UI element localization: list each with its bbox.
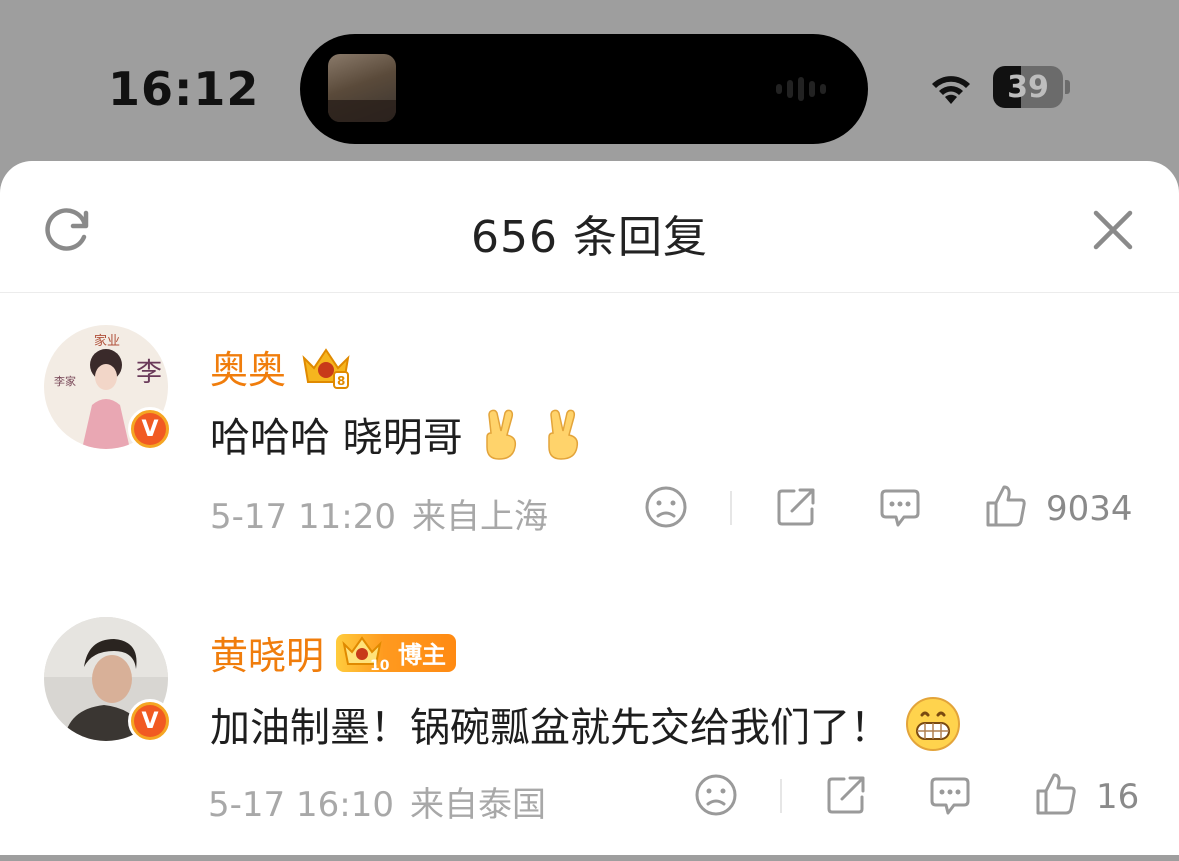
avatar[interactable]: V [44,617,172,743]
like-count: 16 [1096,777,1140,817]
sheet-header: 656 条回复 [0,161,1179,293]
grin-emoji [906,697,960,751]
like-button[interactable] [984,483,1028,529]
wifi-icon [932,76,970,104]
thumbs-up-icon [986,485,1026,527]
reply-button[interactable] [928,773,972,817]
share-icon [777,488,815,526]
dynamic-island[interactable] [300,34,868,144]
comment-text: 哈哈哈 晓明哥 [210,415,463,461]
svg-text:家业: 家业 [94,333,120,349]
victory-hand-emoji [485,409,516,460]
battery-tip [1065,80,1070,94]
comment-location: 来自泰国 [409,785,546,825]
avatar[interactable]: 李 李家 家业 V [44,325,172,451]
reply-button[interactable] [878,485,922,529]
host-tag: 10 博主 [336,633,457,672]
divider [730,491,732,525]
comment-meta: 5-17 11:20 来自上海 [210,489,548,538]
comment-date: 5-17 16:10 [208,785,394,825]
reply-sheet: 656 条回复 李 李家 家业 V 奥奥 8 哈哈哈 晓明哥 5-17 11:2… [0,161,1179,855]
comment-icon [880,489,920,527]
thumbs-up-icon [1036,773,1076,815]
username[interactable]: 奥奥 [210,339,286,394]
crown-icon: 10 [342,635,390,672]
status-time: 16:12 [108,62,260,116]
like-count: 9034 [1046,489,1133,529]
share-button[interactable] [774,485,818,529]
comment-text-row: 哈哈哈 晓明哥 [210,405,587,463]
audio-waveform-icon [776,76,836,102]
close-icon[interactable] [1090,207,1136,253]
share-icon [827,776,865,814]
comment-item: V 黄晓明 10 博主 加油制墨！锅碗瓢盆就先交给我们了！ [0,601,1179,861]
frown-face-icon [645,486,687,528]
comment-item: 李 李家 家业 V 奥奥 8 哈哈哈 晓明哥 5-17 11:20 来自上海 9… [0,311,1179,571]
comment-text-row: 加油制墨！锅碗瓢盆就先交给我们了！ [210,695,962,753]
username[interactable]: 黄晓明 [210,625,324,680]
verified-badge-icon: V [128,407,172,451]
svg-text:李家: 李家 [54,374,76,388]
comment-meta: 5-17 16:10 来自泰国 [208,777,546,826]
share-button[interactable] [824,773,868,817]
comment-location: 来自上海 [411,497,548,537]
crown-icon: 8 [302,347,350,389]
now-playing-thumbnail [328,54,396,122]
battery-indicator: 39 [993,66,1063,108]
user-row: 奥奥 8 [210,339,354,394]
svg-text:李: 李 [136,358,162,388]
svg-text:8: 8 [337,374,345,388]
like-button[interactable] [1034,771,1078,817]
sheet-title: 656 条回复 [471,212,708,263]
comment-date: 5-17 11:20 [210,497,396,537]
victory-hand-emoji [547,409,578,460]
comment-icon [930,777,970,815]
dislike-button[interactable] [644,485,688,529]
verified-badge-icon: V [128,699,172,743]
frown-face-icon [695,774,737,816]
status-bar: 16:12 39 [0,0,1179,160]
host-tag-label: 博主 [398,641,447,669]
comment-text: 加油制墨！锅碗瓢盆就先交给我们了！ [210,705,890,751]
dislike-button[interactable] [694,773,738,817]
host-level: 10 [370,658,390,672]
divider [780,779,782,813]
user-row: 黄晓明 10 博主 [210,625,457,680]
